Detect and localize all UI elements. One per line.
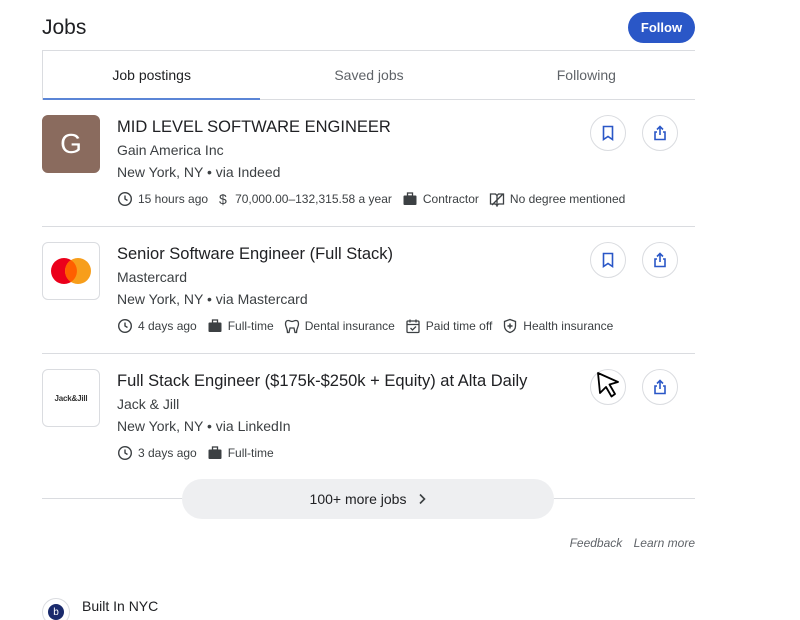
share-icon (654, 125, 666, 141)
company-logo (42, 242, 100, 300)
company-name: Mastercard (117, 269, 188, 285)
employment-type: Contractor (402, 191, 479, 207)
tab-job-postings[interactable]: Job postings (42, 51, 261, 100)
employment-type: Full-time (207, 445, 274, 461)
mastercard-logo (51, 258, 91, 284)
clock-icon (117, 318, 133, 334)
dollar-icon: $ (219, 191, 227, 207)
share-job-button[interactable] (642, 369, 678, 405)
save-job-button[interactable] (590, 115, 626, 151)
dental-benefit: Dental insurance (284, 318, 395, 334)
job-listing[interactable]: G MID LEVEL SOFTWARE ENGINEER Gain Ameri… (42, 100, 695, 227)
learn-more-link[interactable]: Learn more (634, 536, 695, 550)
health-shield-icon (504, 318, 517, 334)
share-icon (654, 252, 666, 268)
chevron-right-icon (419, 493, 427, 505)
clock-icon (117, 191, 133, 207)
page-title: Jobs (42, 16, 87, 39)
job-meta: 4 days ago Full-time Dental insurance Pa… (117, 318, 623, 334)
company-logo: Jack&Jill (42, 369, 100, 427)
share-job-button[interactable] (642, 242, 678, 278)
more-jobs-button[interactable]: 100+ more jobs (182, 479, 554, 519)
company-logo: G (42, 115, 100, 173)
svg-text:$: $ (219, 191, 227, 207)
pto-benefit: Paid time off (405, 318, 492, 334)
briefcase-icon (208, 319, 222, 332)
tab-saved-jobs[interactable]: Saved jobs (260, 51, 477, 99)
tooth-icon (284, 319, 299, 334)
feedback-link[interactable]: Feedback (570, 536, 623, 550)
company-name: Gain America Inc (117, 142, 224, 158)
job-meta: 3 days ago Full-time (117, 445, 284, 461)
share-job-button[interactable] (642, 115, 678, 151)
company-name: Jack & Jill (117, 396, 180, 412)
job-meta: 15 hours ago $ 70,000.00–132,315.58 a ye… (117, 191, 635, 207)
save-job-button[interactable] (590, 242, 626, 278)
posted-time: 15 hours ago (117, 191, 208, 207)
footer-links: Feedback Learn more (562, 536, 695, 550)
jobs-tabs: Job postings Saved jobs Following (42, 50, 695, 100)
job-location: New York, NY • via Indeed (117, 164, 281, 180)
bookmark-icon (602, 125, 614, 141)
bookmark-icon (602, 252, 614, 268)
follow-button[interactable]: Follow (628, 12, 695, 43)
search-result-source[interactable]: b Built In NYC (42, 598, 158, 620)
job-listing[interactable]: Senior Software Engineer (Full Stack) Ma… (42, 227, 695, 354)
briefcase-icon (208, 446, 222, 459)
health-benefit: Health insurance (502, 318, 613, 334)
clock-icon (117, 445, 133, 461)
job-title[interactable]: Full Stack Engineer ($175k-$250k + Equit… (117, 372, 527, 391)
job-location: New York, NY • via Mastercard (117, 291, 308, 307)
book-icon (489, 193, 505, 207)
posted-time: 3 days ago (117, 445, 197, 461)
degree-requirement: No degree mentioned (489, 191, 625, 207)
source-name[interactable]: Built In NYC (82, 598, 158, 614)
job-title[interactable]: MID LEVEL SOFTWARE ENGINEER (117, 118, 391, 137)
site-favicon: b (42, 598, 70, 620)
posted-time: 4 days ago (117, 318, 197, 334)
job-title[interactable]: Senior Software Engineer (Full Stack) (117, 245, 393, 264)
job-location: New York, NY • via LinkedIn (117, 418, 291, 434)
salary: $ 70,000.00–132,315.58 a year (219, 191, 392, 207)
mouse-cursor-icon (597, 372, 619, 398)
jobs-header: Jobs Follow (42, 12, 695, 46)
employment-type: Full-time (207, 318, 274, 334)
briefcase-icon (403, 192, 417, 205)
share-icon (654, 379, 666, 395)
tab-following[interactable]: Following (478, 51, 695, 99)
calendar-check-icon (406, 319, 420, 334)
